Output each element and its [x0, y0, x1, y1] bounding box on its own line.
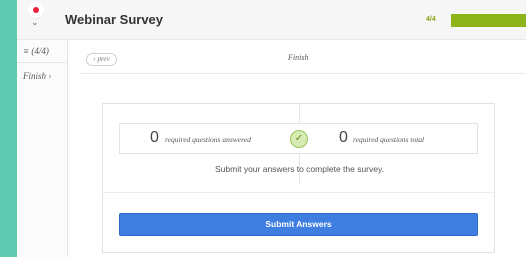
side-accent-strip — [0, 0, 17, 257]
total-count: 0 — [339, 129, 348, 146]
page-title: Finish — [288, 53, 309, 62]
answered-label: required questions answered — [165, 135, 251, 144]
sidebar-divider — [17, 62, 67, 63]
sidebar: ≡ (4/4) Finish › — [17, 40, 68, 257]
total-label: required questions total — [353, 135, 425, 144]
check-icon: ✓ — [290, 130, 308, 148]
progress-label: 4/4 — [426, 16, 436, 23]
connector-line-top — [299, 105, 300, 124]
menu-toggle-button[interactable]: ⌄ — [17, 0, 63, 40]
prev-button[interactable]: ‹ prev — [86, 53, 117, 66]
sidebar-item-finish[interactable]: Finish › — [23, 71, 51, 81]
progress-bar — [451, 14, 526, 27]
summary-box: 0 required questions answered ✓ 0 requir… — [119, 105, 478, 184]
progress-fill — [451, 14, 526, 27]
finish-card: 0 required questions answered ✓ 0 requir… — [102, 103, 495, 253]
header-divider — [80, 73, 526, 74]
chevron-down-icon: ⌄ — [31, 18, 39, 28]
answered-count: 0 — [150, 129, 159, 146]
submit-message: Submit your answers to complete the surv… — [215, 164, 384, 174]
top-bar: ⌄ Webinar Survey 4/4 — [17, 0, 526, 40]
submit-answers-button[interactable]: Submit Answers — [119, 213, 478, 236]
sidebar-item-pages[interactable]: ≡ (4/4) — [23, 46, 49, 56]
card-divider — [103, 192, 494, 193]
notification-dot-icon — [30, 4, 42, 16]
survey-title: Webinar Survey — [65, 12, 164, 27]
